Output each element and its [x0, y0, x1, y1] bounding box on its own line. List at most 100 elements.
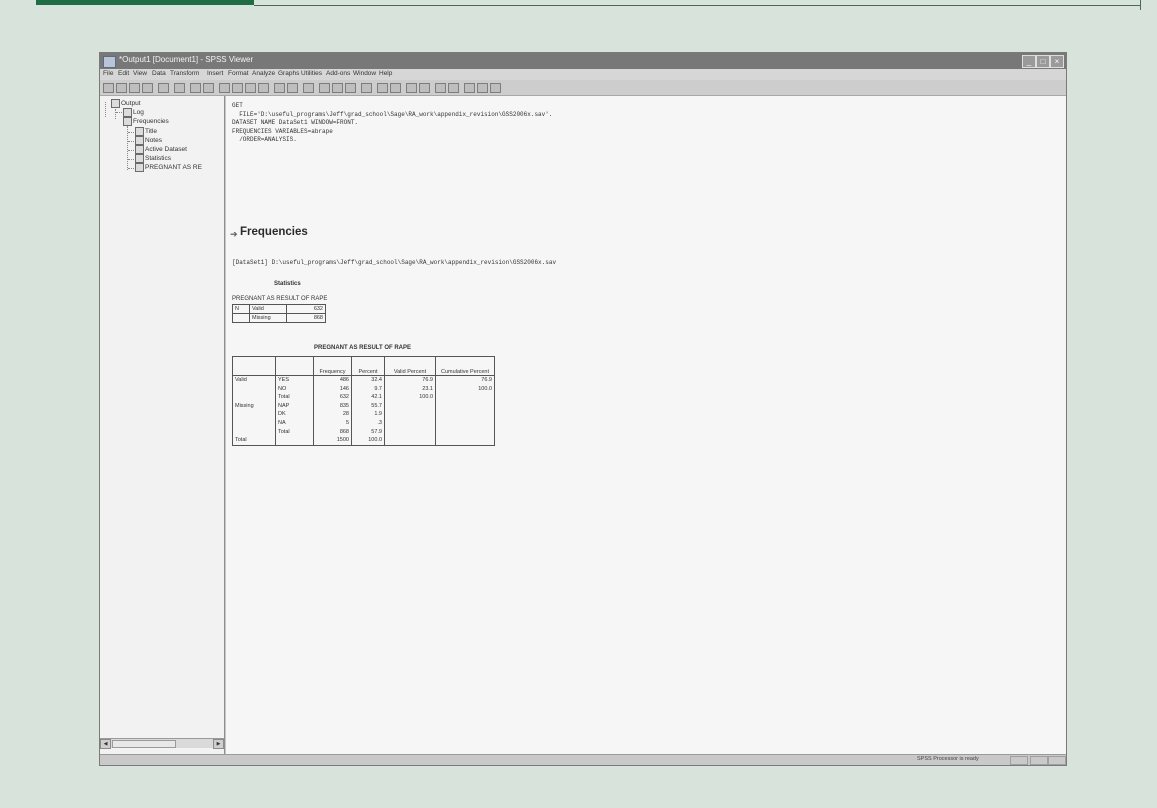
menu-insert[interactable]: Insert [207, 70, 223, 77]
scroll-right-icon[interactable]: ▶ [213, 739, 224, 749]
dialog-recall-icon[interactable] [174, 83, 185, 93]
expand-icon[interactable] [406, 83, 417, 93]
save-icon[interactable] [116, 83, 127, 93]
dataset-line: [DataSet1] D:\useful_programs\Jeff\grad_… [232, 259, 557, 266]
menu-view[interactable]: View [133, 70, 147, 77]
hide-icon[interactable] [448, 83, 459, 93]
table-icon[interactable] [135, 163, 144, 172]
table-header-row: Frequency Percent Valid Percent Cumulati… [232, 356, 495, 376]
open-icon[interactable] [103, 83, 114, 93]
outline-item-output[interactable]: Output [121, 100, 141, 107]
accent-bar [36, 0, 254, 5]
weight-cases-icon[interactable] [332, 83, 343, 93]
export-icon[interactable] [158, 83, 169, 93]
scroll-left-icon[interactable]: ◀ [100, 739, 111, 749]
promote-icon[interactable] [377, 83, 388, 93]
insert-title-icon[interactable] [477, 83, 488, 93]
tree-connector [105, 102, 106, 117]
table-cell [435, 401, 495, 411]
table-cell: 146 [313, 384, 352, 394]
maximize-button[interactable]: □ [1036, 55, 1050, 68]
menu-format[interactable]: Format [228, 70, 249, 77]
table-cell: 100.0 [384, 393, 436, 402]
outline-item-active-dataset[interactable]: Active Dataset [145, 146, 187, 153]
close-button[interactable]: × [1050, 55, 1064, 68]
redo-icon[interactable] [203, 83, 214, 93]
horizontal-scrollbar[interactable]: ◀ ▶ [100, 738, 224, 749]
syntax-line: FREQUENCIES VARIABLES=abrape [232, 127, 333, 135]
table-cell: 868 [313, 427, 352, 437]
frequency-table-title[interactable]: PREGNANT AS RESULT OF RAPE [314, 345, 411, 351]
book-icon[interactable] [123, 117, 132, 126]
notes-icon[interactable] [135, 136, 144, 145]
scroll-thumb[interactable] [112, 740, 176, 748]
outline-item-statistics[interactable]: Statistics [145, 155, 171, 162]
goto-variable-icon[interactable] [245, 83, 256, 93]
menu-window[interactable]: Window [353, 70, 376, 77]
menu-data[interactable]: Data [152, 70, 166, 77]
table-row: Total 632 42.1 100.0 [232, 393, 495, 402]
log-icon[interactable] [123, 108, 132, 117]
print-preview-icon[interactable] [142, 83, 153, 93]
table-cell [384, 427, 436, 437]
statistics-title[interactable]: Statistics [274, 281, 301, 287]
statistics-table[interactable]: N Valid 632 Missing 868 [232, 304, 326, 323]
binoculars-icon[interactable] [287, 83, 298, 93]
table-cell [435, 410, 495, 419]
table-cell: 100.0 [435, 384, 495, 394]
insert-text-icon[interactable] [490, 83, 501, 93]
frequency-table[interactable]: Frequency Percent Valid Percent Cumulati… [232, 356, 495, 446]
minimize-button[interactable]: _ [1022, 55, 1036, 68]
menu-transform[interactable]: Transform [170, 70, 199, 77]
show-icon[interactable] [435, 83, 446, 93]
split-file-icon[interactable] [319, 83, 330, 93]
table-cell [232, 313, 250, 323]
table-cell: N [232, 304, 250, 314]
section-heading[interactable]: Frequencies [240, 226, 308, 238]
menu-analyze[interactable]: Analyze [252, 70, 275, 77]
table-cell [435, 436, 495, 446]
insert-icon[interactable] [361, 83, 372, 93]
insert-heading-icon[interactable] [464, 83, 475, 93]
outline-item-log[interactable]: Log [133, 109, 144, 116]
goto-data-icon[interactable] [219, 83, 230, 93]
syntax-line: FILE='D:\useful_programs\Jeff\grad_schoo… [232, 110, 553, 118]
table-icon[interactable] [135, 154, 144, 163]
goto-case-icon[interactable] [232, 83, 243, 93]
top-rule [254, 5, 1140, 6]
table-cell: 835 [313, 401, 352, 411]
outline-item-frequencies[interactable]: Frequencies [133, 118, 169, 125]
collapse-icon[interactable] [419, 83, 430, 93]
menu-utilities[interactable]: Utilities [301, 70, 322, 77]
title-icon[interactable] [135, 127, 144, 136]
menu-edit[interactable]: Edit [118, 70, 129, 77]
dataset-icon[interactable] [135, 145, 144, 154]
statistics-subtitle: PREGNANT AS RESULT OF RAPE [232, 296, 328, 302]
variables-icon[interactable] [258, 83, 269, 93]
table-cell: NAP [275, 401, 314, 411]
demote-icon[interactable] [390, 83, 401, 93]
menu-help[interactable]: Help [379, 70, 392, 77]
output-book-icon[interactable] [111, 99, 120, 108]
table-cell: Total [275, 427, 314, 437]
table-row: Total 1500 100.0 [232, 436, 495, 446]
table-row: Total 868 57.9 [232, 427, 495, 437]
outline-item-title[interactable]: Title [145, 128, 157, 135]
outline-item-pregnant[interactable]: PREGNANT AS RE [145, 164, 202, 171]
outline-item-notes[interactable]: Notes [145, 137, 162, 144]
menu-graphs[interactable]: Graphs [278, 70, 299, 77]
status-cell [1048, 756, 1066, 765]
tree-connector [128, 141, 134, 142]
select-cases-icon[interactable] [345, 83, 356, 93]
table-row: Missing NAP 835 55.7 [232, 401, 495, 411]
menu-file[interactable]: File [103, 70, 113, 77]
title-bar[interactable]: *Output1 [Document1] - SPSS Viewer _ □ × [100, 53, 1066, 69]
undo-icon[interactable] [190, 83, 201, 93]
table-row: NO 146 9.7 23.1 100.0 [232, 384, 495, 394]
tree-connector [116, 112, 122, 113]
find-icon[interactable] [274, 83, 285, 93]
menu-add-ons[interactable]: Add-ons [326, 70, 350, 77]
chart-icon[interactable] [303, 83, 314, 93]
print-icon[interactable] [129, 83, 140, 93]
outline-pane: Output Log Frequencies Title Notes Activ… [100, 96, 225, 754]
